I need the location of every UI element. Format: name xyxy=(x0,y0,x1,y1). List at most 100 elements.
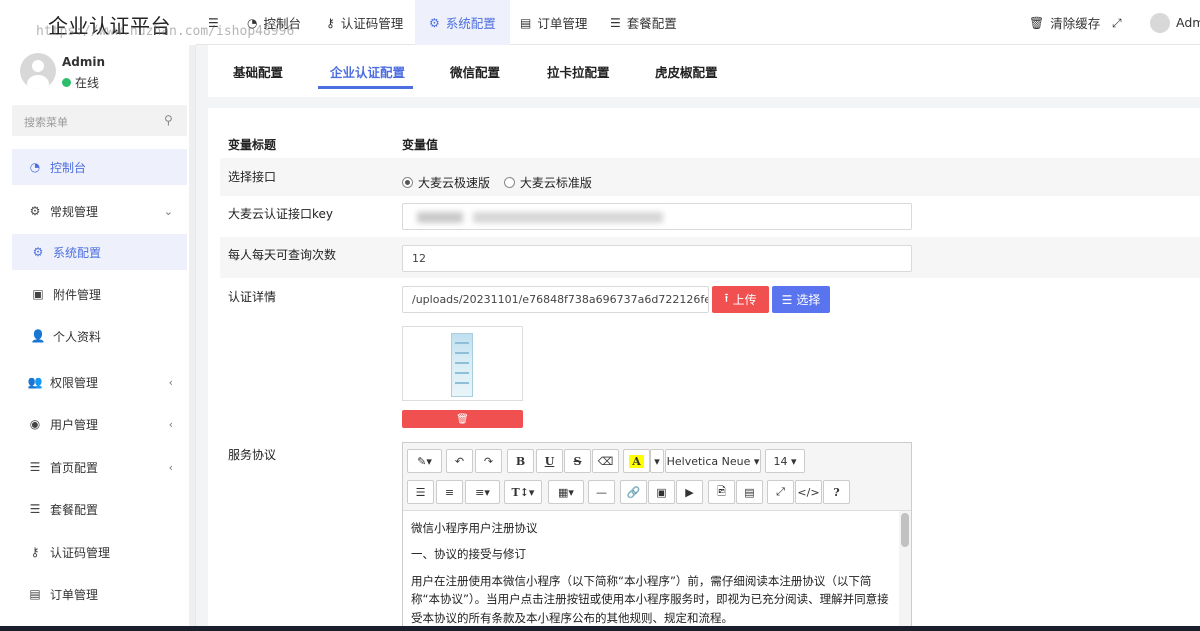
link-button[interactable]: 🔗 xyxy=(620,480,647,504)
sidebar-item-profile[interactable]: 👤 个人资料 xyxy=(12,318,187,354)
key-label: 大麦云认证接口key xyxy=(228,207,334,221)
list-icon: ☰ xyxy=(29,460,41,474)
online-dot-icon xyxy=(62,78,71,87)
strikethrough-icon: S xyxy=(573,454,582,468)
sidebar-item-system-config[interactable]: ⚙ 系统配置 xyxy=(12,234,187,270)
horizontal-rule-button[interactable]: — xyxy=(588,480,615,504)
user-icon: 👤 xyxy=(30,329,46,343)
editor-scrollbar[interactable] xyxy=(899,511,911,630)
sidebar-item-orders[interactable]: ▤ 订单管理 xyxy=(12,576,187,612)
sidebar-item-permissions[interactable]: 👥 权限管理 ‹ xyxy=(12,364,187,400)
service-label: 服务协议 xyxy=(228,448,277,462)
sidebar-item-attachments[interactable]: ▣ 附件管理 xyxy=(12,276,187,312)
tab-basic[interactable]: 基础配置 xyxy=(233,45,283,97)
user-menu[interactable]: Adm xyxy=(1150,0,1200,45)
nav-orders[interactable]: ▤ 订单管理 xyxy=(520,0,587,45)
search-input[interactable]: 搜索菜单 ⚲ xyxy=(12,105,187,136)
sidebar-item-auth-code[interactable]: ⚷ 认证码管理 xyxy=(12,534,187,570)
video-button[interactable]: ▶ xyxy=(676,480,703,504)
status-label: 在线 xyxy=(75,76,100,90)
image-preview[interactable] xyxy=(402,326,523,401)
search-icon[interactable]: ⚲ xyxy=(164,113,173,127)
avatar xyxy=(20,53,56,89)
redo-button[interactable]: ↷ xyxy=(475,449,502,473)
delete-image-button[interactable]: 🗑 xyxy=(402,410,523,428)
code-view-button[interactable]: </> xyxy=(795,480,822,504)
image-button[interactable]: ▣ xyxy=(648,480,675,504)
chevron-left-icon: ‹ xyxy=(168,417,173,431)
clear-cache-button[interactable]: 🗑 清除缓存 xyxy=(1029,0,1100,45)
user-circle-icon: ◉ xyxy=(29,417,41,431)
select-label: 选择 xyxy=(796,293,821,307)
table-dropdown[interactable]: ▦▾ xyxy=(548,480,584,504)
unordered-list-button[interactable]: ☰ xyxy=(407,480,434,504)
font-size-select[interactable]: 14 ▾ xyxy=(765,449,805,473)
font-color-dropdown[interactable]: ▾ xyxy=(650,449,664,473)
strikethrough-button[interactable]: S xyxy=(564,449,591,473)
api-option-standard[interactable]: 大麦云标准版 xyxy=(503,174,592,191)
sidebar-item-dashboard[interactable]: ◔ 控制台 xyxy=(12,149,187,185)
eraser-button[interactable]: ⌫ xyxy=(592,449,619,473)
underline-button[interactable]: U xyxy=(536,449,563,473)
detail-label: 认证详情 xyxy=(228,290,277,304)
api-option-fast[interactable]: 大麦云极速版 xyxy=(402,174,490,191)
radio-label: 大麦云极速版 xyxy=(418,176,491,190)
tab-hupijiao[interactable]: 虎皮椒配置 xyxy=(655,45,718,97)
daily-limit-input[interactable]: 12 xyxy=(402,245,912,272)
font-size-value: 14 xyxy=(773,454,788,468)
sidebar-item-packages[interactable]: ☰ 套餐配置 xyxy=(12,491,187,527)
font-color-button[interactable]: A xyxy=(623,449,650,473)
sidebar-item-users[interactable]: ◉ 用户管理 ‹ xyxy=(12,406,187,442)
row-daily-limit: 每人每天可查询次数 12 xyxy=(220,237,1200,278)
file-icon: ▤ xyxy=(29,587,41,601)
editor-content[interactable]: 微信小程序用户注册协议 一、协议的接受与修订 用户在注册使用本微信小程序（以下简… xyxy=(403,511,899,630)
nav-dashboard[interactable]: ◔ 控制台 xyxy=(247,0,301,45)
caret-down-icon: ▾ xyxy=(787,454,797,468)
nav-label: 认证码管理 xyxy=(340,16,404,31)
api-key-input[interactable] xyxy=(402,203,912,230)
code-icon: </> xyxy=(797,485,820,499)
key-icon: ⚷ xyxy=(30,545,40,559)
menu-toggle-button[interactable]: ☰ xyxy=(208,0,219,45)
undo-button[interactable]: ↶ xyxy=(446,449,473,473)
sidebar-item-home-config[interactable]: ☰ 首页配置 ‹ xyxy=(12,449,187,485)
daily-limit-label: 每人每天可查询次数 xyxy=(228,248,337,262)
row-detail: 认证详情 /uploads/20231101/e76848f738a696737… xyxy=(220,278,1200,438)
link-icon: 🔗 xyxy=(626,485,641,499)
dashboard-icon: ◔ xyxy=(29,160,41,174)
config-tabs: 基础配置 企业认证配置 微信配置 拉卡拉配置 虎皮椒配置 xyxy=(208,45,1200,97)
line-height-dropdown[interactable]: T↕▾ xyxy=(504,480,542,504)
sidebar-scrollbar[interactable] xyxy=(189,45,195,631)
nav-auth-code[interactable]: ⚷ 认证码管理 xyxy=(326,0,403,45)
upload-button[interactable]: ⭱ 上传 xyxy=(712,286,769,313)
config-panel: 变量标题 变量值 选择接口 大麦云极速版 大麦云标准版 大麦云认证接口key 每… xyxy=(208,108,1200,631)
clear-cache-label: 清除缓存 xyxy=(1050,16,1101,31)
unordered-list-icon: ☰ xyxy=(415,485,426,499)
ordered-list-button[interactable]: ≡ xyxy=(436,480,463,504)
align-dropdown[interactable]: ≡▾ xyxy=(465,480,500,504)
nav-system-config[interactable]: ⚙ 系统配置 xyxy=(415,0,510,45)
preview-image xyxy=(451,333,473,397)
image-icon: ▣ xyxy=(32,287,44,301)
sidebar-item-general[interactable]: ⚙ 常规管理 ⌄ xyxy=(12,193,187,229)
dashboard-icon: ◔ xyxy=(247,15,258,30)
tab-lakala[interactable]: 拉卡拉配置 xyxy=(547,45,610,97)
bold-button[interactable]: B xyxy=(507,449,534,473)
nav-packages[interactable]: ☰ 套餐配置 xyxy=(610,0,677,45)
editor-scroll-thumb[interactable] xyxy=(901,513,909,547)
radio-checked-icon xyxy=(402,177,413,188)
table-icon: ▦▾ xyxy=(558,485,574,499)
editor-toolbar: ✎▾ ↶ ↷ B U S ⌫ A ▾ Helvetica Neue ▾ 14 ▾… xyxy=(403,443,911,511)
fullscreen-button[interactable]: ⤢ xyxy=(767,480,794,504)
fullscreen-button[interactable]: ⤢ xyxy=(1112,0,1122,45)
detail-path-input[interactable]: /uploads/20231101/e76848f738a696737a6d72… xyxy=(402,286,709,313)
font-name-select[interactable]: Helvetica Neue ▾ xyxy=(665,449,761,473)
tab-enterprise-auth[interactable]: 企业认证配置 xyxy=(330,45,405,97)
select-button[interactable]: ☰ 选择 xyxy=(772,286,830,313)
magic-style-button[interactable]: ✎▾ xyxy=(407,449,442,473)
tab-wechat[interactable]: 微信配置 xyxy=(450,45,500,97)
help-button[interactable]: ? xyxy=(823,480,850,504)
video-icon: ▶ xyxy=(685,485,694,499)
insert-file-button[interactable]: ▤ xyxy=(736,480,763,504)
insert-image-button[interactable]: 🖻 xyxy=(708,480,735,504)
